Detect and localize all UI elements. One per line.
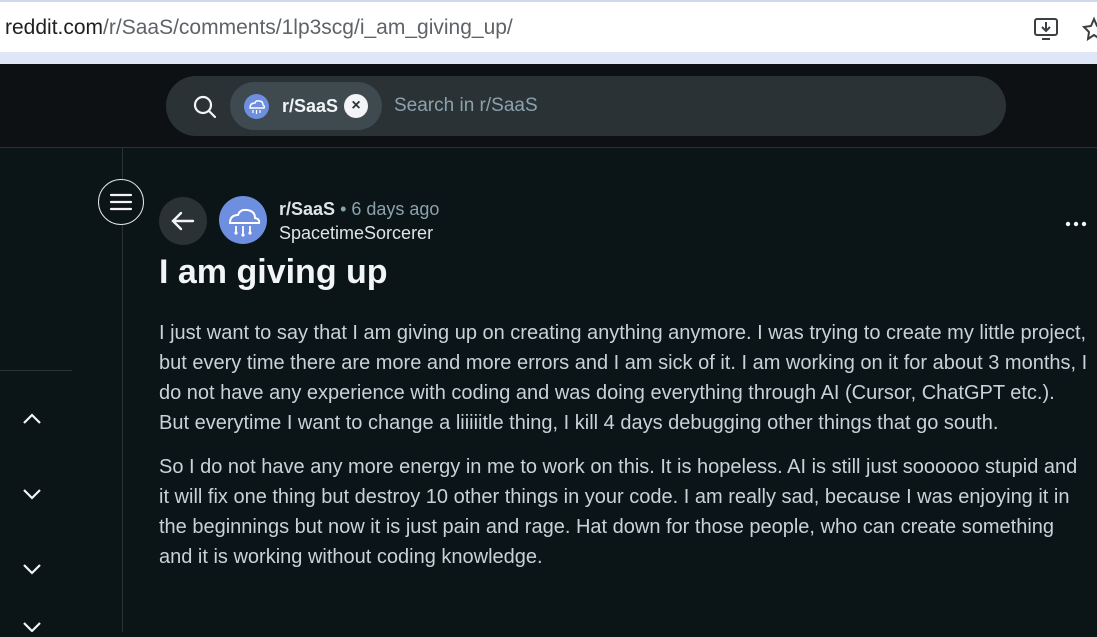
back-button[interactable]	[159, 197, 207, 245]
rail-separator	[0, 370, 72, 371]
chip-label: r/SaaS	[282, 96, 339, 116]
browser-address-bar[interactable]: reddit.com/r/SaaS/comments/1lp3scg/i_am_…	[0, 0, 1097, 52]
chevron-down-icon[interactable]	[20, 484, 44, 509]
url-domain: reddit.com	[5, 16, 104, 39]
cloud-icon	[228, 208, 261, 237]
star-icon[interactable]	[1081, 16, 1097, 47]
subreddit-filter-chip[interactable]: r/SaaS ×	[230, 82, 382, 130]
site-header: r/SaaS ×	[0, 64, 1097, 148]
browser-toolbar-edge	[0, 52, 1097, 64]
post-author[interactable]: SpacetimeSorcerer	[279, 223, 433, 244]
post-body: I just want to say that I am giving up o…	[159, 318, 1089, 586]
hamburger-menu-icon	[109, 193, 133, 211]
close-icon[interactable]: ×	[344, 94, 368, 118]
subreddit-avatar-icon	[244, 94, 269, 119]
menu-button[interactable]	[98, 179, 144, 225]
post-paragraph: So I do not have any more energy in me t…	[159, 456, 1078, 568]
subreddit-link[interactable]: r/SaaS	[279, 199, 335, 219]
post-paragraph: I just want to say that I am giving up o…	[159, 322, 1088, 434]
download-icon[interactable]	[1033, 16, 1061, 47]
address-url[interactable]: reddit.com/r/SaaS/comments/1lp3scg/i_am_…	[5, 16, 513, 40]
more-horizontal-icon[interactable]	[1064, 216, 1088, 234]
arrow-left-icon	[171, 211, 195, 231]
chevron-up-icon[interactable]	[20, 409, 44, 434]
chevron-down-icon[interactable]	[20, 617, 44, 637]
url-path: /r/SaaS/comments/1lp3scg/i_am_giving_up/	[103, 16, 513, 39]
chevron-down-icon[interactable]	[20, 559, 44, 584]
post-time: • 6 days ago	[340, 199, 440, 219]
search-bar[interactable]: r/SaaS ×	[166, 76, 1006, 136]
post-title: I am giving up	[159, 253, 388, 291]
search-icon[interactable]	[192, 94, 218, 125]
subreddit-avatar[interactable]	[219, 196, 267, 244]
post-meta: r/SaaS • 6 days ago	[279, 199, 439, 220]
search-input[interactable]	[392, 90, 956, 122]
